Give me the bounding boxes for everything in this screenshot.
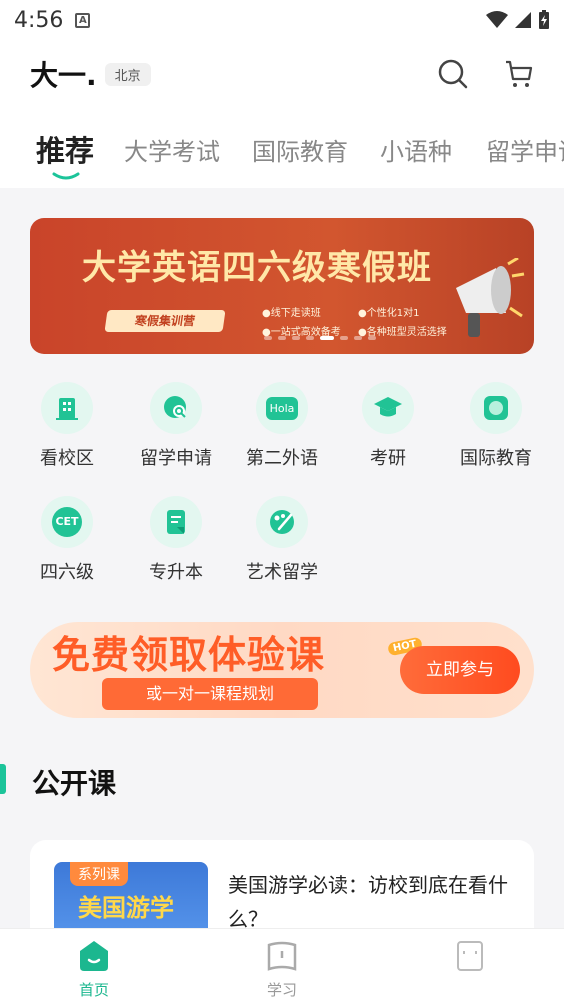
- promo-banner[interactable]: 大学英语四六级寒假班 寒假集训营 ●线下走读班 ●个性化1对1 ●一站式高效备考 ●…: [30, 218, 534, 354]
- wifi-icon: [486, 11, 508, 28]
- category-label: 四六级: [40, 562, 94, 583]
- nav-home[interactable]: 首页: [54, 939, 134, 1000]
- category-international[interactable]: 国际教育: [446, 382, 546, 470]
- tab-minor-languages[interactable]: 小语种: [380, 132, 452, 167]
- section-title-open-courses: 公开课: [32, 767, 117, 800]
- graduation-cap-icon: [374, 397, 402, 417]
- banner-title: 大学英语四六级寒假班: [82, 248, 432, 288]
- nav-home-label: 首页: [78, 981, 109, 999]
- status-time: 4:56: [14, 7, 64, 33]
- promo-subtitle: 或一对一课程规划: [102, 678, 318, 710]
- megaphone-icon: [456, 258, 525, 337]
- tab-college-exam[interactable]: 大学考试: [124, 132, 220, 167]
- category-second-language[interactable]: Hola 第二外语: [232, 382, 332, 470]
- section-accent-bar: [0, 764, 6, 794]
- nav-study[interactable]: 学习: [242, 939, 322, 1000]
- promo-title: 免费领取体验课: [52, 633, 326, 677]
- category-label: 考研: [370, 448, 406, 469]
- category-tabs: 推荐 大学考试 国际教育 小语种 留学申请: [0, 108, 564, 188]
- category-study-abroad[interactable]: 留学申请: [126, 382, 226, 470]
- nav-study-label: 学习: [266, 981, 297, 999]
- hola-icon: Hola: [265, 396, 299, 420]
- category-label: 国际教育: [460, 448, 532, 469]
- palette-icon: [270, 510, 294, 534]
- signal-icon: [515, 12, 531, 28]
- category-label: 第二外语: [246, 448, 318, 469]
- globe-search-icon: [164, 396, 186, 418]
- tab-study-abroad[interactable]: 留学申请: [486, 132, 564, 167]
- banner-subtitle: 寒假集训营: [104, 310, 226, 332]
- category-cet[interactable]: CET 四六级: [17, 496, 117, 584]
- category-label: 艺术留学: [246, 562, 318, 583]
- building-icon: [56, 398, 78, 420]
- cart-icon[interactable]: [504, 59, 534, 89]
- banner-bullet: ●线下走读班: [262, 308, 321, 319]
- status-bar: 4:56 A: [0, 0, 564, 40]
- city-selector[interactable]: 北京: [104, 62, 151, 86]
- category-postgraduate[interactable]: 考研: [338, 382, 438, 470]
- banner-bullet: ●个性化1对1: [358, 308, 420, 319]
- nav-profile[interactable]: [430, 939, 510, 979]
- app-header: 大一. 北京: [0, 40, 564, 108]
- category-upgrade[interactable]: 专升本: [126, 496, 226, 584]
- home-icon: [80, 941, 108, 971]
- course-title: 美国游学必读：访校到底在看什么？: [228, 873, 508, 931]
- bottom-nav: 首页 学习: [0, 928, 564, 1004]
- thumbnail-title: 美国游学: [78, 894, 174, 922]
- tab-international-education[interactable]: 国际教育: [252, 132, 348, 167]
- globe-icon: [484, 396, 508, 420]
- banner-pagination: [264, 336, 376, 340]
- app-logo: 大一.: [30, 59, 97, 92]
- category-label: 留学申请: [140, 448, 212, 469]
- battery-icon: [539, 10, 549, 29]
- active-tab-indicator: [52, 172, 80, 180]
- category-label: 看校区: [40, 448, 94, 469]
- accessibility-icon: A: [75, 12, 91, 28]
- book-icon: [267, 941, 297, 971]
- search-icon[interactable]: [438, 59, 468, 89]
- category-art-abroad[interactable]: 艺术留学: [232, 496, 332, 584]
- series-tag: 系列课: [70, 862, 128, 886]
- free-trial-banner[interactable]: 免费领取体验课 或一对一课程规划 HOT 立即参与: [30, 622, 534, 718]
- join-now-button[interactable]: 立即参与: [400, 646, 520, 694]
- status-icons: [486, 10, 550, 30]
- category-label: 专升本: [149, 562, 203, 583]
- category-campus[interactable]: 看校区: [17, 382, 117, 470]
- scroll-icon: [167, 510, 185, 534]
- profile-icon: [457, 941, 483, 971]
- tab-recommend[interactable]: 推荐: [36, 128, 94, 170]
- cet-icon: CET: [52, 507, 82, 537]
